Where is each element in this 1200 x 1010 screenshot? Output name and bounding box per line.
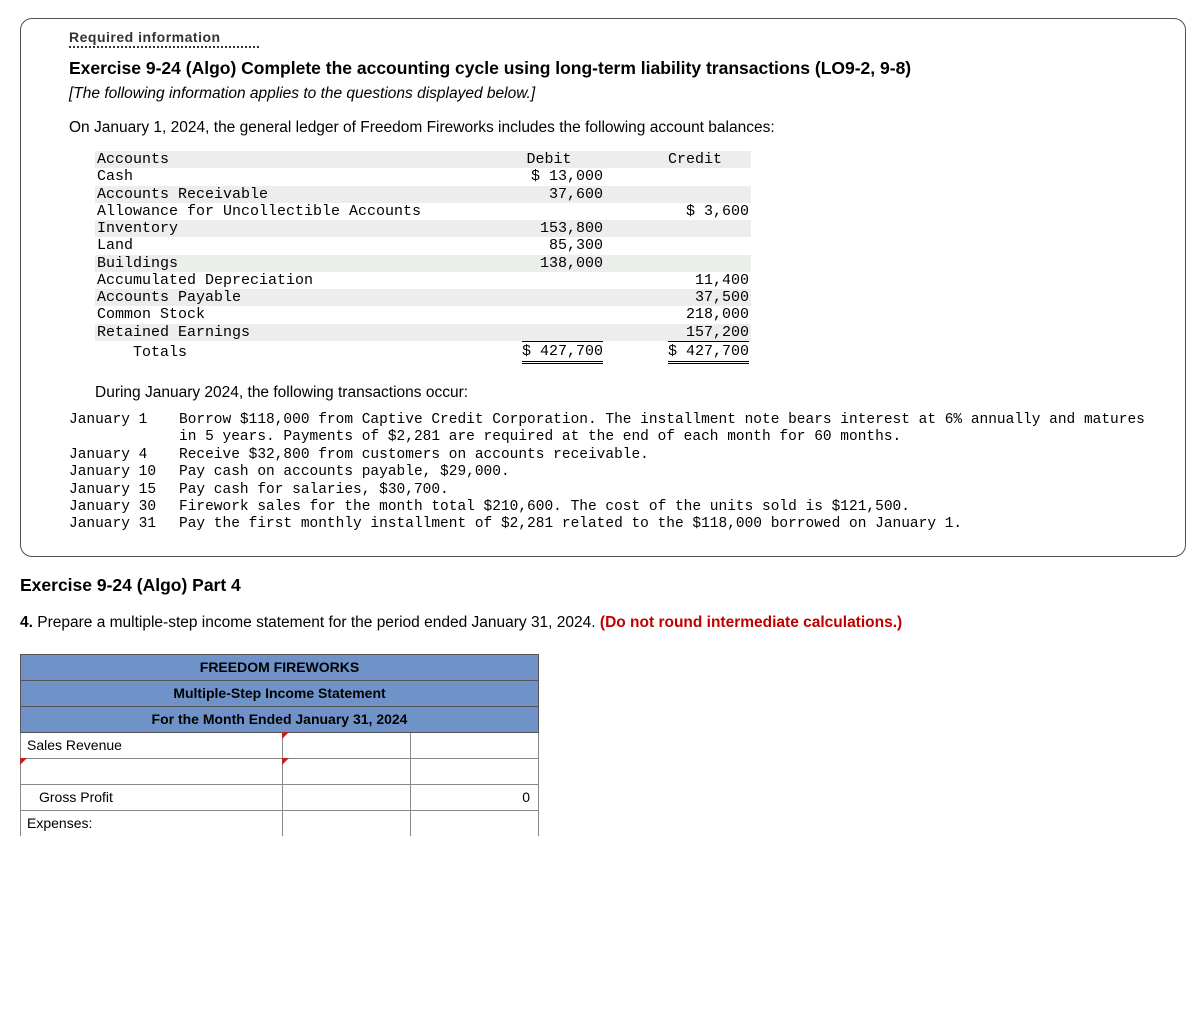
required-info-header: Required information — [69, 29, 259, 48]
part-title: Exercise 9-24 (Algo) Part 4 — [20, 575, 1200, 596]
stmt-row-blank-dropdown[interactable] — [283, 758, 411, 784]
stmt-row-expenses-value — [411, 810, 539, 836]
ledger-row-credit — [641, 220, 751, 237]
stmt-row-sales-value[interactable] — [411, 732, 539, 758]
exercise-title: Exercise 9-24 (Algo) Complete the accoun… — [69, 58, 1161, 79]
stmt-row-gross-value: 0 — [411, 784, 539, 810]
stmt-row-gross-mid — [283, 784, 411, 810]
stmt-row-blank-label[interactable] — [21, 758, 283, 784]
ledger-row-name: Accounts Receivable — [95, 186, 495, 203]
ledger-col-accounts: Accounts — [95, 151, 495, 168]
transaction-date: January 31 — [69, 516, 179, 533]
ledger-row-credit: 11,400 — [641, 272, 751, 289]
problem-container: Required information Exercise 9-24 (Algo… — [20, 18, 1186, 557]
ledger-row-debit — [495, 324, 605, 341]
transaction-row: January 1Borrow $118,000 from Captive Cr… — [69, 412, 1161, 447]
ledger-table: Accounts Debit Credit Cash$ 13,000Accoun… — [95, 151, 1161, 364]
transactions-block: January 1Borrow $118,000 from Captive Cr… — [69, 412, 1161, 534]
intro-text: On January 1, 2024, the general ledger o… — [69, 119, 1161, 137]
instruction-warning: (Do not round intermediate calculations.… — [600, 614, 902, 631]
transaction-row: January 4Receive $32,800 from customers … — [69, 447, 1161, 464]
ledger-row-credit: 37,500 — [641, 289, 751, 306]
ledger-row-debit — [495, 272, 605, 289]
income-statement: FREEDOM FIREWORKS Multiple-Step Income S… — [20, 654, 1200, 837]
ledger-row-name: Land — [95, 237, 495, 254]
applies-note: [The following information applies to th… — [69, 85, 1161, 103]
transaction-row: January 30Firework sales for the month t… — [69, 499, 1161, 516]
ledger-row-debit: $ 13,000 — [495, 168, 605, 185]
ledger-row-name: Allowance for Uncollectible Accounts — [95, 203, 495, 220]
ledger-row-credit — [641, 168, 751, 185]
transaction-desc: Borrow $118,000 from Captive Credit Corp… — [179, 412, 1161, 447]
ledger-totals-label: Totals — [95, 341, 495, 364]
ledger-row-name: Buildings — [95, 255, 495, 272]
instruction: 4. Prepare a multiple-step income statem… — [20, 614, 1186, 632]
ledger-row-name: Common Stock — [95, 306, 495, 323]
ledger-row-debit: 153,800 — [495, 220, 605, 237]
stmt-header-period: For the Month Ended January 31, 2024 — [21, 706, 539, 732]
transaction-row: January 15Pay cash for salaries, $30,700… — [69, 482, 1161, 499]
transaction-desc: Firework sales for the month total $210,… — [179, 499, 1161, 516]
transaction-desc: Pay cash for salaries, $30,700. — [179, 482, 1161, 499]
stmt-row-sales-dropdown[interactable] — [283, 732, 411, 758]
ledger-row-credit: 218,000 — [641, 306, 751, 323]
ledger-totals-debit: $ 427,700 — [522, 341, 603, 364]
transaction-date: January 30 — [69, 499, 179, 516]
ledger-row-debit — [495, 289, 605, 306]
transaction-desc: Pay the first monthly installment of $2,… — [179, 516, 1161, 533]
ledger-row-debit: 138,000 — [495, 255, 605, 272]
transaction-row: January 10Pay cash on accounts payable, … — [69, 464, 1161, 481]
ledger-row-name: Accounts Payable — [95, 289, 495, 306]
ledger-row-credit: 157,200 — [641, 324, 751, 341]
ledger-row-debit — [495, 203, 605, 220]
ledger-row-name: Cash — [95, 168, 495, 185]
ledger-row-credit: $ 3,600 — [641, 203, 751, 220]
ledger-row-credit — [641, 186, 751, 203]
transaction-date: January 4 — [69, 447, 179, 464]
stmt-row-blank-value[interactable] — [411, 758, 539, 784]
stmt-row-expenses-mid — [283, 810, 411, 836]
ledger-row-debit: 85,300 — [495, 237, 605, 254]
transaction-row: January 31Pay the first monthly installm… — [69, 516, 1161, 533]
ledger-row-debit — [495, 306, 605, 323]
stmt-row-expenses-label: Expenses: — [21, 810, 283, 836]
ledger-col-debit: Debit — [495, 151, 605, 168]
stmt-header-title: Multiple-Step Income Statement — [21, 680, 539, 706]
ledger-col-credit: Credit — [641, 151, 751, 168]
ledger-totals-credit: $ 427,700 — [668, 341, 749, 364]
transaction-desc: Receive $32,800 from customers on accoun… — [179, 447, 1161, 464]
ledger-row-name: Retained Earnings — [95, 324, 495, 341]
ledger-row-name: Inventory — [95, 220, 495, 237]
ledger-row-name: Accumulated Depreciation — [95, 272, 495, 289]
ledger-row-debit: 37,600 — [495, 186, 605, 203]
instruction-num: 4. — [20, 614, 33, 631]
ledger-row-credit — [641, 255, 751, 272]
during-text: During January 2024, the following trans… — [95, 384, 1161, 402]
transaction-date: January 15 — [69, 482, 179, 499]
transaction-date: January 1 — [69, 412, 179, 447]
transaction-desc: Pay cash on accounts payable, $29,000. — [179, 464, 1161, 481]
transaction-date: January 10 — [69, 464, 179, 481]
stmt-row-sales-label: Sales Revenue — [21, 732, 283, 758]
stmt-row-gross-label: Gross Profit — [21, 784, 283, 810]
stmt-header-company: FREEDOM FIREWORKS — [21, 654, 539, 680]
ledger-row-credit — [641, 237, 751, 254]
instruction-text: Prepare a multiple-step income statement… — [37, 614, 595, 631]
